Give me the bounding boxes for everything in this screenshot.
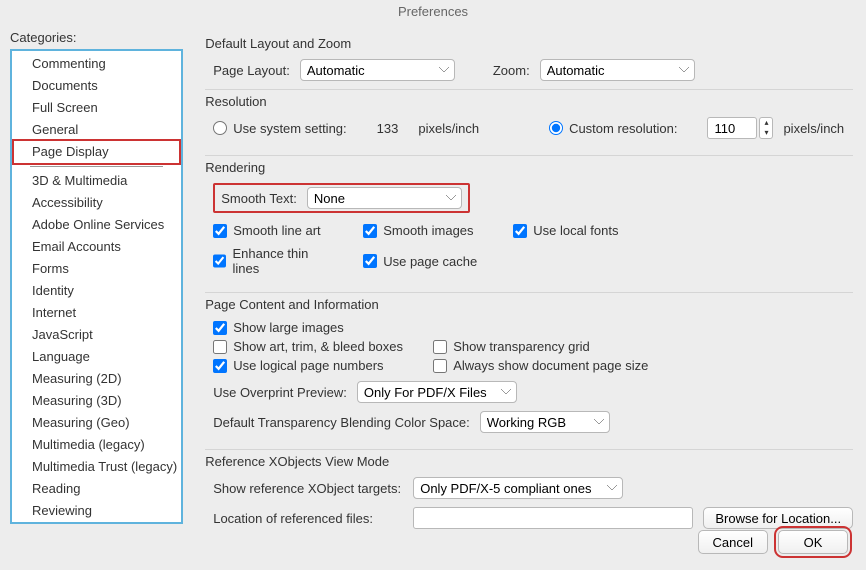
sidebar-item[interactable]: Reviewing	[12, 500, 181, 522]
show-transparency-check[interactable]	[433, 340, 447, 354]
ref-targets-select[interactable]: Only PDF/X-5 compliant ones	[413, 477, 623, 499]
cancel-button[interactable]: Cancel	[698, 530, 768, 554]
preferences-main-panel: Default Layout and Zoom Page Layout: Aut…	[191, 24, 866, 524]
chevron-down-icon[interactable]: ▾	[760, 128, 772, 138]
system-res-unit: pixels/inch	[418, 121, 479, 136]
smooth-text-select[interactable]: None	[307, 187, 462, 209]
page-layout-select[interactable]: Automatic	[300, 59, 455, 81]
sidebar-item[interactable]: Identity	[12, 280, 181, 302]
sidebar-item[interactable]: 3D & Multimedia	[12, 170, 181, 192]
logical-page-check[interactable]	[213, 359, 227, 373]
custom-res-stepper[interactable]: ▴ ▾	[707, 117, 773, 139]
sidebar-item[interactable]: Adobe Online Services	[12, 214, 181, 236]
page-layout-label: Page Layout:	[213, 63, 290, 78]
enhance-thin-lines-check[interactable]	[213, 254, 226, 268]
zoom-label: Zoom:	[493, 63, 530, 78]
blend-select[interactable]: Working RGB	[480, 411, 610, 433]
sidebar-item[interactable]: Language	[12, 346, 181, 368]
smooth-images-check[interactable]	[363, 224, 377, 238]
blend-label: Default Transparency Blending Color Spac…	[213, 415, 470, 430]
sidebar-item[interactable]: Full Screen	[12, 97, 181, 119]
section-page-content: Page Content and Information	[205, 297, 853, 312]
system-res-value: 133	[377, 121, 399, 136]
section-ref-xobj: Reference XObjects View Mode	[205, 454, 853, 469]
categories-label: Categories:	[10, 30, 183, 45]
sidebar-item[interactable]: Internet	[12, 302, 181, 324]
smooth-line-art-check[interactable]	[213, 224, 227, 238]
use-system-radio[interactable]	[213, 121, 227, 135]
custom-res-unit: pixels/inch	[783, 121, 844, 136]
sidebar-item[interactable]: Measuring (3D)	[12, 390, 181, 412]
sidebar-item[interactable]: Email Accounts	[12, 236, 181, 258]
section-resolution: Resolution	[205, 94, 853, 109]
section-rendering: Rendering	[205, 160, 853, 175]
sidebar-item[interactable]: Measuring (2D)	[12, 368, 181, 390]
sidebar-item[interactable]: Multimedia (legacy)	[12, 434, 181, 456]
use-local-fonts-check[interactable]	[513, 224, 527, 238]
sidebar-item[interactable]: Documents	[12, 75, 181, 97]
ref-targets-label: Show reference XObject targets:	[213, 481, 403, 496]
custom-res-input[interactable]	[707, 117, 757, 139]
zoom-select[interactable]: Automatic	[540, 59, 695, 81]
smooth-text-label: Smooth Text:	[221, 191, 297, 206]
ref-location-input[interactable]	[413, 507, 693, 529]
show-bleed-check[interactable]	[213, 340, 227, 354]
sidebar-item[interactable]: Search	[12, 522, 181, 524]
section-default-layout: Default Layout and Zoom	[205, 36, 853, 51]
use-page-cache-check[interactable]	[363, 254, 377, 268]
custom-res-radio[interactable]	[549, 121, 563, 135]
category-divider	[30, 166, 163, 167]
sidebar-item[interactable]: Accessibility	[12, 192, 181, 214]
browse-location-button[interactable]: Browse for Location...	[703, 507, 853, 529]
stepper-arrows[interactable]: ▴ ▾	[759, 117, 773, 139]
ok-button[interactable]: OK	[778, 530, 848, 554]
sidebar-item[interactable]: Commenting	[12, 53, 181, 75]
categories-list: Commenting Documents Full Screen General…	[10, 49, 183, 524]
chevron-up-icon[interactable]: ▴	[760, 118, 772, 128]
ref-location-label: Location of referenced files:	[213, 511, 403, 526]
smooth-text-highlight: Smooth Text: None	[213, 183, 470, 213]
sidebar-item[interactable]: Forms	[12, 258, 181, 280]
custom-res-label: Custom resolution:	[569, 121, 677, 136]
sidebar-item-page-display[interactable]: Page Display	[12, 139, 181, 165]
use-system-label: Use system setting:	[233, 121, 346, 136]
sidebar-item[interactable]: Measuring (Geo)	[12, 412, 181, 434]
sidebar-item[interactable]: Reading	[12, 478, 181, 500]
show-large-images-check[interactable]	[213, 321, 227, 335]
sidebar-item[interactable]: Multimedia Trust (legacy)	[12, 456, 181, 478]
sidebar-item[interactable]: JavaScript	[12, 324, 181, 346]
window-title: Preferences	[0, 0, 866, 24]
sidebar-item[interactable]: General	[12, 119, 181, 141]
overprint-label: Use Overprint Preview:	[213, 385, 347, 400]
categories-sidebar: Categories: Commenting Documents Full Sc…	[0, 24, 191, 524]
overprint-select[interactable]: Only For PDF/X Files	[357, 381, 517, 403]
always-show-size-check[interactable]	[433, 359, 447, 373]
